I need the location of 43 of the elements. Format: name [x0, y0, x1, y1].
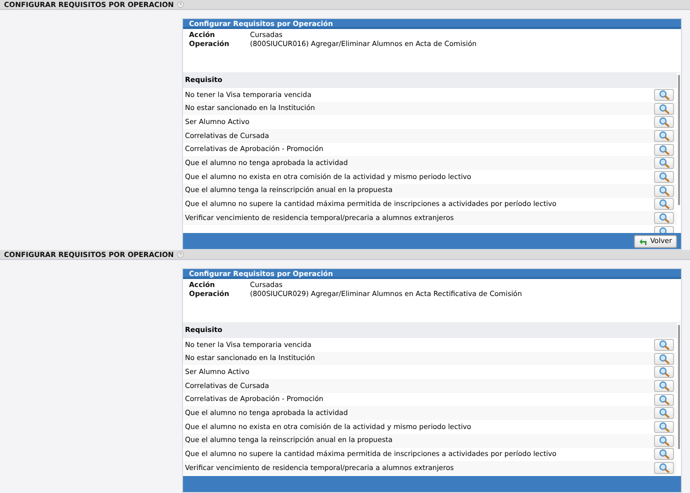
magnifier-icon [658, 130, 670, 141]
magnifier-icon [658, 340, 670, 350]
magnifier-icon [658, 104, 670, 114]
magnifier-icon [658, 408, 670, 418]
search-button[interactable] [654, 366, 674, 378]
search-button[interactable] [654, 434, 674, 447]
magnifier-icon [658, 144, 670, 155]
search-button[interactable] [654, 116, 674, 128]
search-button[interactable] [654, 407, 674, 420]
search-button[interactable] [654, 130, 674, 142]
magnifier-icon [658, 199, 670, 210]
search-button[interactable] [654, 380, 674, 392]
magnifier-icon [658, 117, 670, 128]
search-button[interactable] [654, 144, 674, 156]
magnifier-icon [658, 394, 670, 405]
magnifier-icon [658, 90, 670, 100]
magnifier-icon [658, 380, 670, 391]
search-button[interactable] [654, 338, 674, 351]
magnifier-icon [658, 436, 670, 446]
search-button[interactable] [654, 420, 674, 433]
magnifier-icon [658, 367, 670, 378]
search-button[interactable] [654, 352, 674, 365]
magnifier-icon [658, 158, 670, 168]
magnifier-icon [658, 449, 670, 460]
search-button[interactable] [654, 157, 674, 170]
search-button[interactable] [654, 198, 674, 210]
back-arrow-icon [639, 236, 648, 246]
help-icon[interactable] [176, 251, 184, 258]
help-icon[interactable] [176, 1, 184, 8]
magnifier-icon [658, 172, 670, 182]
magnifier-icon [658, 463, 670, 474]
magnifier-icon [658, 354, 670, 364]
search-button[interactable] [654, 184, 674, 197]
magnifier-icon [658, 186, 670, 196]
search-button[interactable] [654, 212, 674, 224]
search-button[interactable] [654, 448, 674, 460]
search-button[interactable] [654, 88, 674, 101]
magnifier-icon [658, 213, 670, 224]
search-button[interactable] [654, 170, 674, 183]
search-button[interactable] [654, 462, 674, 474]
magnifier-icon [658, 422, 670, 432]
search-button[interactable] [654, 102, 674, 115]
search-button[interactable] [654, 394, 674, 406]
